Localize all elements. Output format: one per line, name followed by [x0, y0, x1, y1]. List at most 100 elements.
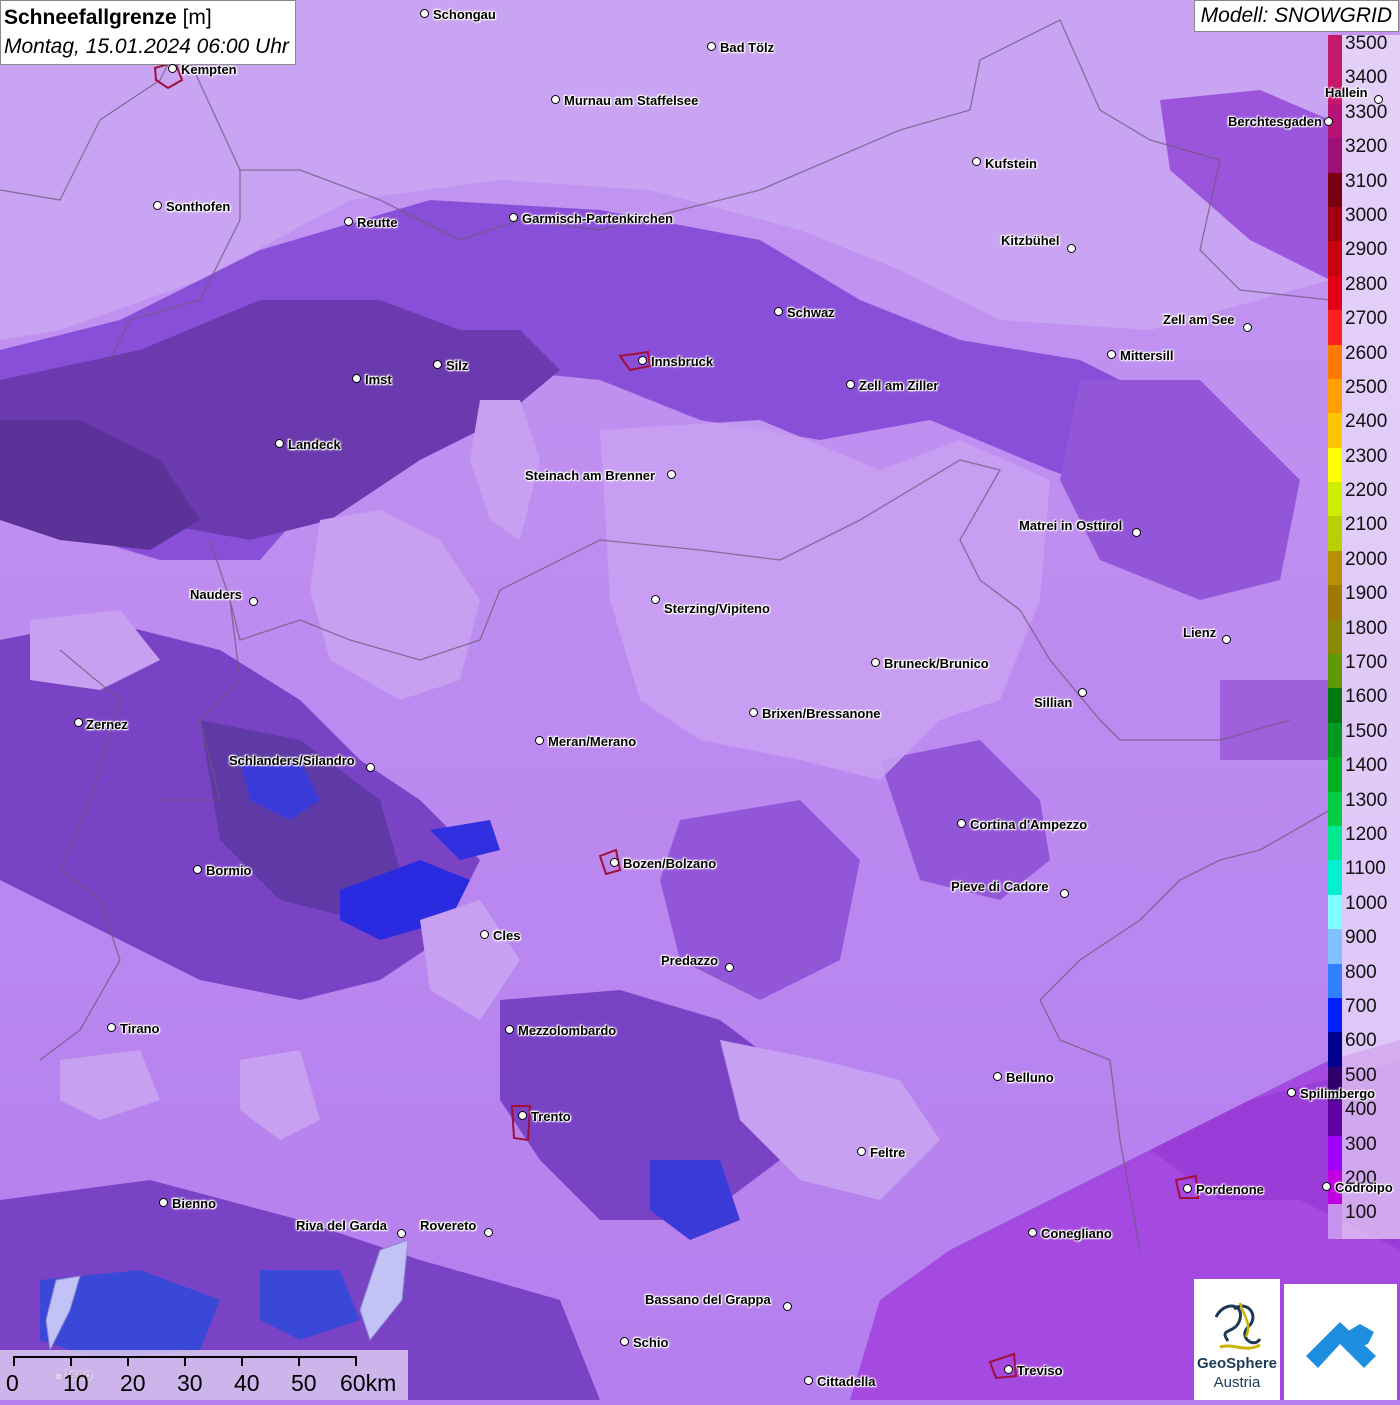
- scale-label: 40: [234, 1370, 260, 1396]
- legend-swatch: [1328, 585, 1342, 620]
- legend-label: 700: [1345, 995, 1377, 1017]
- city-marker: [749, 708, 758, 717]
- legend-swatch: [1328, 447, 1342, 483]
- city-label: Bassano del Grappa: [645, 1292, 771, 1307]
- city-marker: [107, 1023, 116, 1032]
- city-marker: [725, 963, 734, 972]
- model-label: Modell: SNOWGRID: [1193, 0, 1399, 32]
- city-marker: [484, 1228, 493, 1237]
- legend-swatch: [1328, 206, 1342, 242]
- city-marker: [667, 470, 676, 479]
- legend-label: 3500: [1345, 33, 1388, 54]
- scale-tick: [127, 1356, 129, 1366]
- city-marker: [193, 865, 202, 874]
- legend-swatch: [1328, 619, 1342, 655]
- legend-label: 2500: [1345, 376, 1388, 398]
- city-marker: [505, 1025, 514, 1034]
- legend-label: 1100: [1345, 858, 1386, 880]
- legend-swatch: [1328, 378, 1342, 414]
- city-label: Codroipo: [1335, 1180, 1393, 1195]
- city-marker: [972, 157, 981, 166]
- title-unit: [m]: [182, 6, 212, 29]
- city-label: Cortina d'Ampezzo: [970, 817, 1088, 832]
- legend-label: 1900: [1345, 583, 1388, 605]
- color-legend: 3500 3400 3300 3200 3100 3000 2900 2800 2700 2600…: [1328, 33, 1400, 1239]
- city-label: Sonthofen: [166, 199, 231, 214]
- city-marker: [1222, 635, 1231, 644]
- city-marker: [783, 1302, 792, 1311]
- legend-label: 2800: [1345, 273, 1388, 295]
- legend-label: 3100: [1345, 170, 1388, 192]
- legend-swatch: [1328, 482, 1342, 517]
- title-text: Schneefallgrenze: [4, 6, 177, 29]
- scale-bar: 0 10 20 30 40 50 60km: [0, 1350, 408, 1400]
- city-label: Spilimbergo: [1300, 1086, 1376, 1101]
- city-label: Matrei in Osttirol: [1019, 518, 1123, 533]
- city-label: Feltre: [870, 1145, 906, 1160]
- city-marker: [871, 658, 880, 667]
- city-marker: [1183, 1184, 1192, 1193]
- legend-label: 2600: [1345, 342, 1388, 364]
- city-marker: [1067, 244, 1076, 253]
- city-label: Steinach am Brenner: [525, 468, 656, 483]
- legend-label: 400: [1345, 1099, 1377, 1121]
- legend-swatch: [1328, 654, 1342, 689]
- scale-tick: [70, 1356, 72, 1366]
- city-label: Zernez: [86, 717, 128, 732]
- city-label: Brixen/Bressanone: [762, 706, 881, 721]
- legend-label: 1400: [1345, 755, 1388, 777]
- city-label: Kempten: [181, 62, 237, 77]
- city-marker: [1028, 1228, 1037, 1237]
- city-marker: [1107, 350, 1116, 359]
- map-title-box: Schneefallgrenze [m] Montag, 15.01.2024 …: [0, 0, 296, 65]
- city-marker: [1132, 528, 1141, 537]
- scale-label: 20: [120, 1370, 146, 1396]
- legend-label: 2700: [1345, 308, 1388, 330]
- app-logo-icon: [1306, 1322, 1376, 1368]
- legend-swatch: [1328, 1032, 1342, 1067]
- legend-swatch: [1328, 241, 1342, 276]
- city-label: Garmisch-Partenkirchen: [522, 211, 674, 226]
- city-label: Kufstein: [985, 156, 1037, 171]
- city-marker: [1322, 1182, 1331, 1191]
- city-label: Belluno: [1006, 1070, 1054, 1085]
- city-label: Schwaz: [787, 305, 835, 320]
- app-logo[interactable]: [1284, 1284, 1397, 1400]
- geosphere-logo[interactable]: GeoSphere Austria: [1194, 1279, 1280, 1400]
- legend-label: 1800: [1345, 617, 1388, 639]
- city-marker: [1287, 1088, 1296, 1097]
- scale-tick: [184, 1356, 186, 1366]
- city-marker: [249, 597, 258, 606]
- legend-color-bar: [1328, 35, 1342, 1239]
- city-marker: [1060, 889, 1069, 898]
- map-datetime: Montag, 15.01.2024 06:00 Uhr: [4, 35, 289, 58]
- city-marker: [366, 763, 375, 772]
- city-label: Meran/Merano: [548, 734, 637, 749]
- legend-swatch: [1328, 894, 1342, 930]
- city-label: Sillian: [1034, 695, 1073, 710]
- legend-swatch: [1328, 138, 1342, 173]
- city-marker: [1078, 688, 1087, 697]
- legend-swatch: [1328, 757, 1342, 792]
- legend-swatch: [1328, 172, 1342, 207]
- city-marker: [993, 1072, 1002, 1081]
- legend-label: 2100: [1345, 514, 1388, 536]
- city-marker: [610, 858, 619, 867]
- legend-swatch: [1328, 688, 1342, 723]
- legend-swatch: [1328, 825, 1342, 861]
- city-marker: [397, 1229, 406, 1238]
- city-marker: [957, 819, 966, 828]
- legend-label: 2200: [1345, 480, 1388, 502]
- city-label: Silz: [446, 358, 469, 373]
- legend-label: 600: [1345, 1030, 1377, 1052]
- legend-swatch: [1328, 1204, 1342, 1239]
- city-label: Bienno: [172, 1196, 217, 1211]
- city-marker: [1324, 117, 1333, 126]
- city-marker: [153, 201, 162, 210]
- legend-label: 2000: [1345, 548, 1388, 570]
- legend-swatch: [1328, 516, 1342, 551]
- city-label: Schlanders/Silandro: [229, 753, 355, 768]
- city-marker: [480, 930, 489, 939]
- legend-swatch: [1328, 344, 1342, 379]
- city-label: Reutte: [357, 215, 398, 230]
